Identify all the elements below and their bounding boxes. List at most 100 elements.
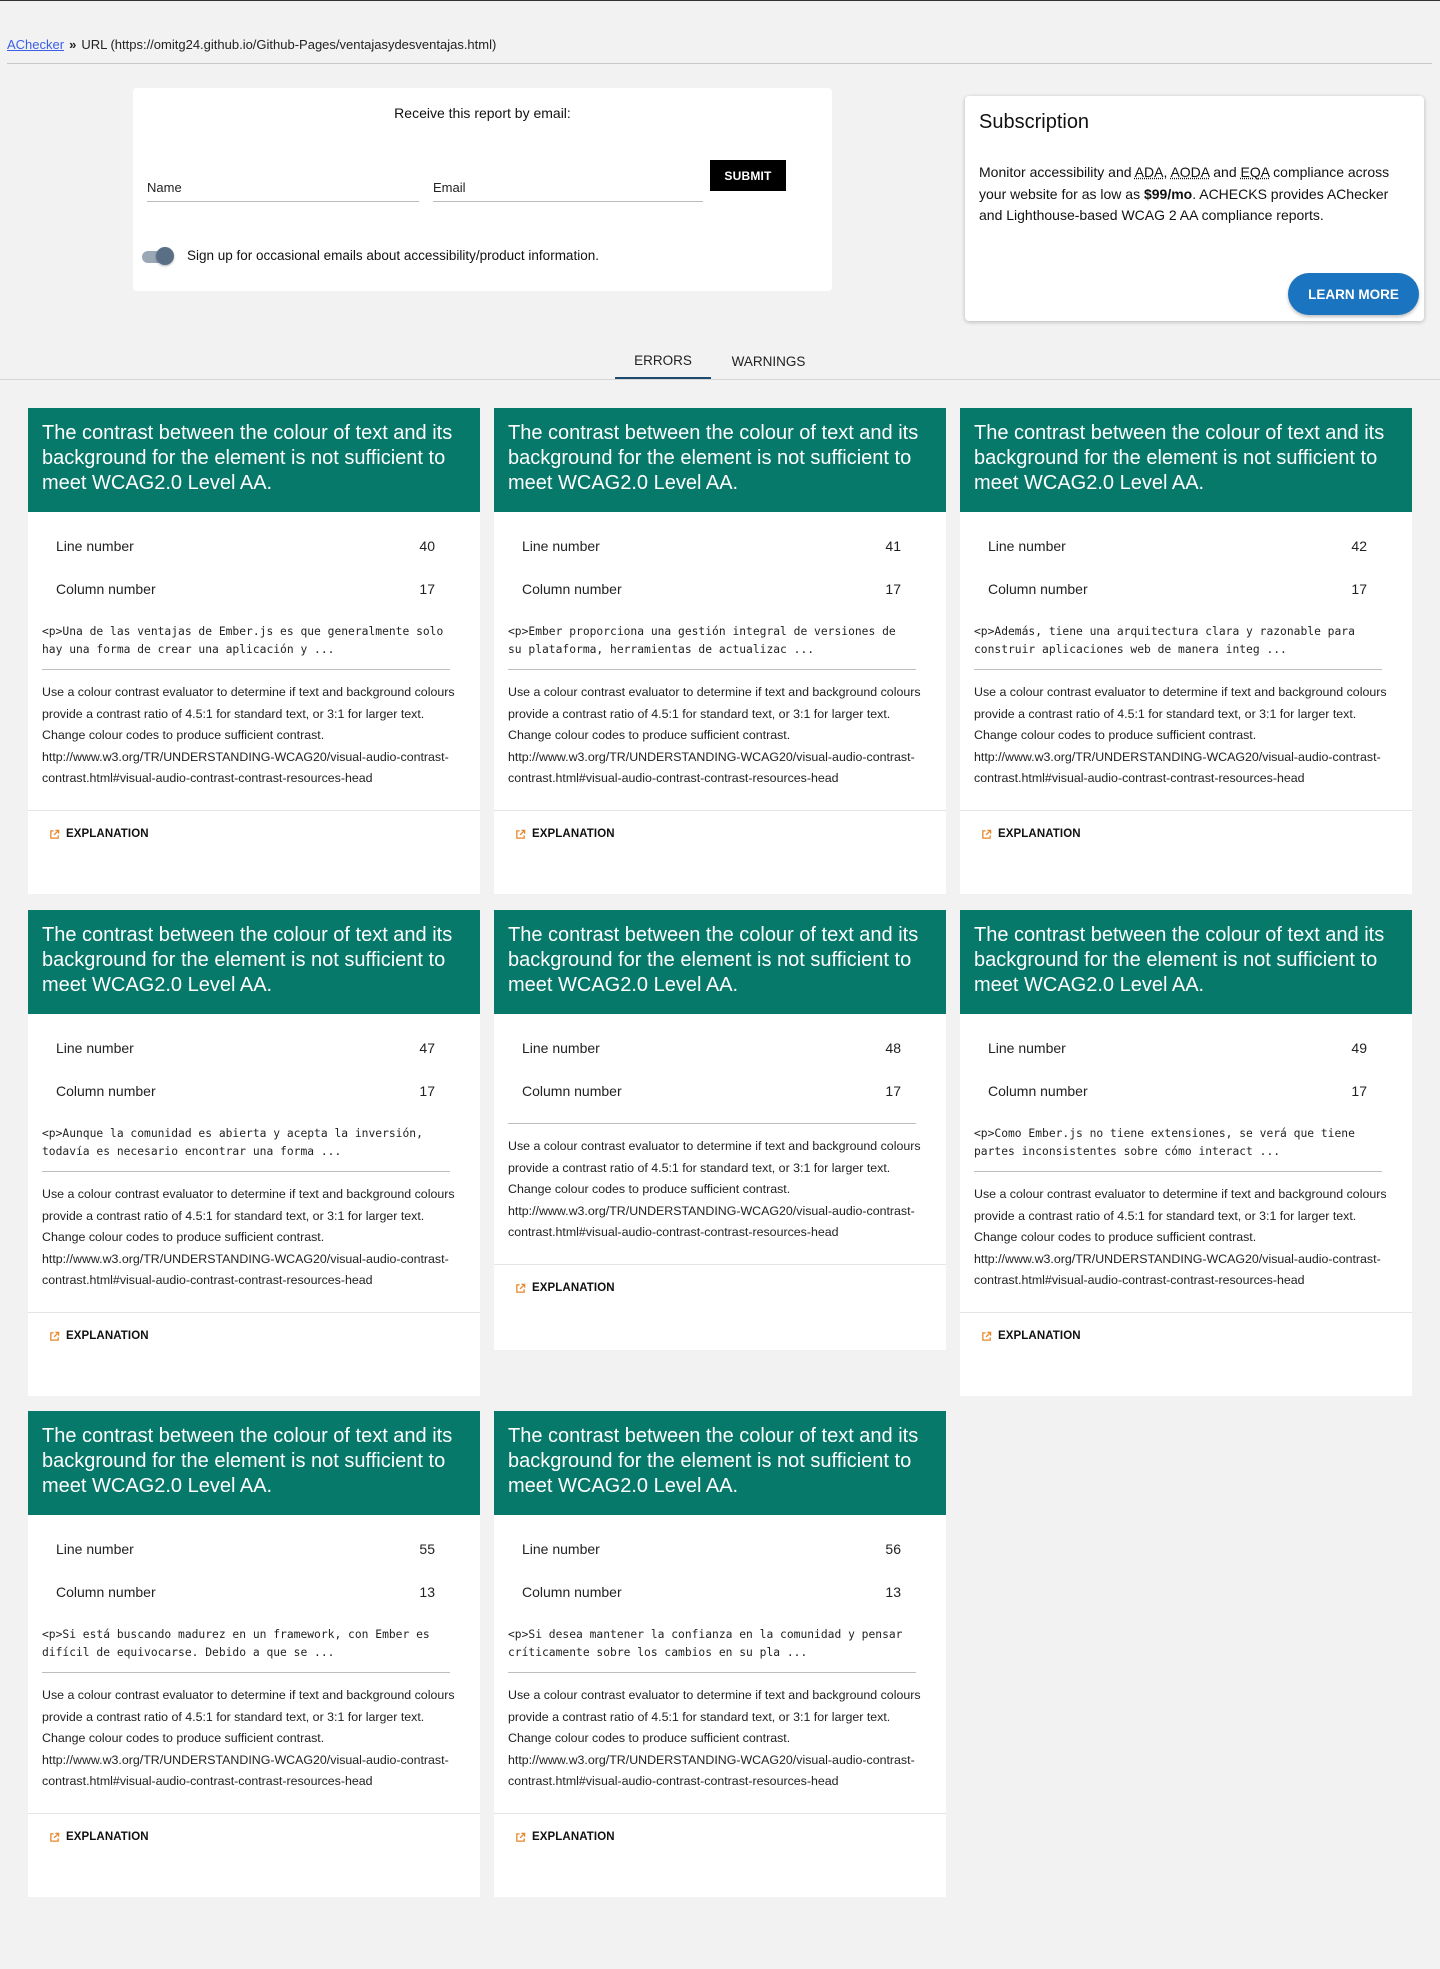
explanation-button[interactable]: EXPLANATION xyxy=(494,1264,946,1311)
explanation-button[interactable]: EXPLANATION xyxy=(960,810,1412,857)
error-card-details: Line number 55 Column number 13 xyxy=(28,1515,480,1615)
code-snippet: <p>Aunque la comunidad es abierta y acep… xyxy=(42,1114,450,1172)
explanation-button[interactable]: EXPLANATION xyxy=(28,1813,480,1860)
line-number-value: 42 xyxy=(1351,538,1367,554)
error-card-details: Line number 42 Column number 17 xyxy=(960,512,1412,612)
breadcrumb-separator: » xyxy=(69,37,77,52)
newsletter-toggle-label: Sign up for occasional emails about acce… xyxy=(187,248,599,263)
error-description: Use a colour contrast evaluator to deter… xyxy=(42,1187,455,1288)
divider xyxy=(7,63,1432,64)
error-card: The contrast between the colour of text … xyxy=(494,408,946,894)
error-card: The contrast between the colour of text … xyxy=(960,408,1412,894)
abbr-eqa: EQA xyxy=(1240,164,1270,180)
column-number-row: Column number 17 xyxy=(494,569,946,612)
error-card-title: The contrast between the colour of text … xyxy=(960,910,1412,1014)
learn-more-button[interactable]: LEARN MORE xyxy=(1288,273,1419,315)
tab-errors[interactable]: ERRORS xyxy=(615,343,711,379)
column-number-value: 17 xyxy=(1351,581,1367,597)
subscription-text-part: and xyxy=(1209,164,1241,180)
column-number-value: 13 xyxy=(419,1584,435,1600)
error-card-title: The contrast between the colour of text … xyxy=(28,910,480,1014)
line-number-row: Line number 42 xyxy=(960,526,1412,569)
error-card-details: Line number 41 Column number 17 xyxy=(494,512,946,612)
code-snippet xyxy=(508,1114,916,1124)
line-number-value: 48 xyxy=(885,1040,901,1056)
line-number-label: Line number xyxy=(56,538,134,554)
external-link-icon xyxy=(516,829,526,839)
explanation-button[interactable]: EXPLANATION xyxy=(494,810,946,857)
explanation-label: EXPLANATION xyxy=(66,1831,149,1843)
subscription-price: $99/mo xyxy=(1143,185,1193,202)
error-description: Use a colour contrast evaluator to deter… xyxy=(974,685,1387,786)
explanation-button[interactable]: EXPLANATION xyxy=(28,1312,480,1359)
explanation-label: EXPLANATION xyxy=(66,828,149,840)
explanation-button[interactable]: EXPLANATION xyxy=(28,810,480,857)
code-snippet: <p>Una de las ventajas de Ember.js es qu… xyxy=(42,612,450,670)
column-number-label: Column number xyxy=(988,1083,1088,1099)
submit-button[interactable]: SUBMIT xyxy=(710,160,786,191)
column-number-label: Column number xyxy=(56,1584,156,1600)
column-number-label: Column number xyxy=(56,1083,156,1099)
line-number-label: Line number xyxy=(522,1040,600,1056)
line-number-label: Line number xyxy=(988,538,1066,554)
line-number-row: Line number 48 xyxy=(494,1028,946,1071)
line-number-label: Line number xyxy=(522,1541,600,1557)
error-card-title: The contrast between the colour of text … xyxy=(28,408,480,512)
error-card: The contrast between the colour of text … xyxy=(494,910,946,1350)
name-field-label: Name xyxy=(147,180,182,195)
column-number-row: Column number 17 xyxy=(960,1071,1412,1114)
column-number-value: 17 xyxy=(419,1083,435,1099)
column-number-row: Column number 17 xyxy=(28,569,480,612)
line-number-value: 55 xyxy=(419,1541,435,1557)
newsletter-toggle[interactable] xyxy=(140,246,174,266)
code-snippet: <p>Si desea mantener la confianza en la … xyxy=(508,1615,916,1673)
explanation-button[interactable]: EXPLANATION xyxy=(494,1813,946,1860)
line-number-value: 41 xyxy=(885,538,901,554)
external-link-icon xyxy=(982,1331,992,1341)
explanation-label: EXPLANATION xyxy=(998,1330,1081,1342)
tab-warnings[interactable]: WARNINGS xyxy=(711,343,826,379)
column-number-row: Column number 13 xyxy=(494,1572,946,1615)
line-number-row: Line number 49 xyxy=(960,1028,1412,1071)
column-number-label: Column number xyxy=(522,581,622,597)
column-number-label: Column number xyxy=(988,581,1088,597)
line-number-value: 47 xyxy=(419,1040,435,1056)
error-description: Use a colour contrast evaluator to deter… xyxy=(42,685,455,786)
result-tabs: ERRORS WARNINGS xyxy=(0,343,1440,379)
email-report-card: Receive this report by email: Name Email… xyxy=(133,88,832,291)
error-card: The contrast between the colour of text … xyxy=(28,1411,480,1897)
external-link-icon xyxy=(982,829,992,839)
error-description: Use a colour contrast evaluator to deter… xyxy=(508,1139,921,1240)
email-field-label: Email xyxy=(433,180,466,195)
subscription-text-part: Monitor accessibility and xyxy=(979,164,1135,180)
explanation-label: EXPLANATION xyxy=(532,828,615,840)
error-card-details: Line number 48 Column number 17 xyxy=(494,1014,946,1114)
column-number-label: Column number xyxy=(56,581,156,597)
error-card-details: Line number 56 Column number 13 xyxy=(494,1515,946,1615)
tabs-divider xyxy=(0,379,1440,380)
line-number-row: Line number 56 xyxy=(494,1529,946,1572)
name-field[interactable]: Name xyxy=(147,180,419,202)
line-number-value: 56 xyxy=(885,1541,901,1557)
abbr-ada: ADA xyxy=(1134,164,1164,180)
email-field[interactable]: Email xyxy=(433,180,703,202)
error-card-title: The contrast between the colour of text … xyxy=(494,408,946,512)
line-number-row: Line number 55 xyxy=(28,1529,480,1572)
breadcrumb-current-url: URL (https://omitg24.github.io/Github-Pa… xyxy=(81,37,497,52)
error-description: Use a colour contrast evaluator to deter… xyxy=(42,1688,455,1789)
column-number-value: 17 xyxy=(1351,1083,1367,1099)
error-card-details: Line number 40 Column number 17 xyxy=(28,512,480,612)
line-number-value: 49 xyxy=(1351,1040,1367,1056)
code-snippet: <p>Como Ember.js no tiene extensiones, s… xyxy=(974,1114,1382,1172)
email-report-heading: Receive this report by email: xyxy=(394,105,571,121)
column-number-label: Column number xyxy=(522,1584,622,1600)
explanation-label: EXPLANATION xyxy=(66,1330,149,1342)
explanation-button[interactable]: EXPLANATION xyxy=(960,1312,1412,1359)
external-link-icon xyxy=(50,1331,60,1341)
top-border xyxy=(0,0,1440,1)
breadcrumb-home-link[interactable]: AChecker xyxy=(7,37,64,52)
abbr-aoda: AODA xyxy=(1170,164,1210,180)
column-number-row: Column number 13 xyxy=(28,1572,480,1615)
code-snippet: <p>Además, tiene una arquitectura clara … xyxy=(974,612,1382,670)
external-link-icon xyxy=(516,1283,526,1293)
